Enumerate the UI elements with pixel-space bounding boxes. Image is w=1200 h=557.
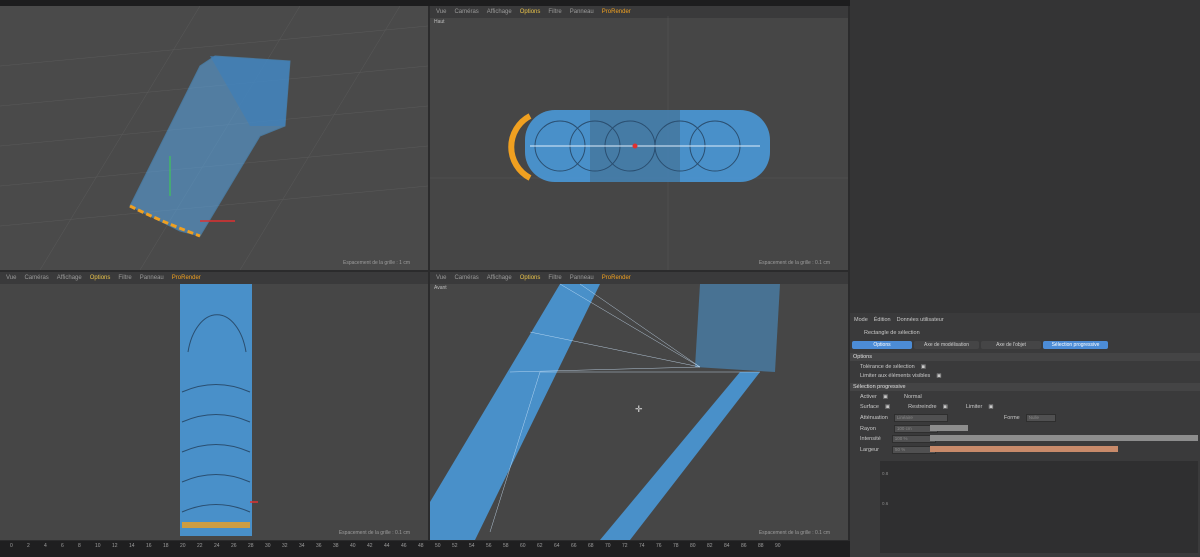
timeline-tick: 10 <box>95 543 101 549</box>
timeline-tick: 20 <box>180 543 186 549</box>
timeline-tick: 2 <box>27 543 30 549</box>
timeline-tick: 56 <box>486 543 492 549</box>
timeline-tick: 48 <box>418 543 424 549</box>
timeline-tick: 70 <box>605 543 611 549</box>
radius-label: Rayon <box>860 426 876 432</box>
timeline-tick: 0 <box>10 543 13 549</box>
timeline-tick: 24 <box>214 543 220 549</box>
surface-checkbox[interactable]: ▣ <box>885 404 890 410</box>
timeline-tick: 90 <box>775 543 781 549</box>
limit-checkbox[interactable]: ▣ <box>988 404 993 410</box>
timeline-tick: 74 <box>639 543 645 549</box>
timeline-tick: 6 <box>61 543 64 549</box>
side-view-scene <box>180 284 258 536</box>
activate-checkbox[interactable]: ▣ <box>883 394 888 400</box>
timeline-tick: 54 <box>469 543 475 549</box>
timeline-tick: 34 <box>299 543 305 549</box>
attenuation-label: Atténuation <box>860 415 888 421</box>
timeline-tick: 68 <box>588 543 594 549</box>
falloff-graph[interactable]: 0.8 0.6 <box>880 461 1198 553</box>
timeline-tick: 40 <box>350 543 356 549</box>
mode-select[interactable]: Normal <box>904 394 922 400</box>
selection-tolerance-label: Tolérance de sélection <box>860 364 915 370</box>
width-slider[interactable] <box>930 446 1118 452</box>
tab-object-axis[interactable]: Axe de l'objet <box>981 341 1041 349</box>
attenuation-select[interactable]: Linéaire <box>893 414 948 422</box>
radius-slider[interactable] <box>930 425 968 431</box>
timeline-tick: 16 <box>146 543 152 549</box>
intensity-label: Intensité <box>860 436 881 442</box>
timeline-tick: 84 <box>724 543 730 549</box>
grid-spacing-label: Espacement de la grille : 1 cm <box>343 260 410 266</box>
timeline-tick: 46 <box>401 543 407 549</box>
timeline-tick: 28 <box>248 543 254 549</box>
timeline-tick: 60 <box>520 543 526 549</box>
shape-label: Forme <box>1003 415 1020 421</box>
graph-y-label: 0.6 <box>882 501 889 506</box>
timeline-tick: 18 <box>163 543 169 549</box>
timeline-tick: 4 <box>44 543 47 549</box>
timeline-tick: 76 <box>656 543 662 549</box>
menu-user-data[interactable]: Données utilisateur <box>897 317 944 323</box>
timeline-tick: 22 <box>197 543 203 549</box>
surface-label: Surface <box>860 404 879 410</box>
timeline-tick: 64 <box>554 543 560 549</box>
limit-label: Limiter <box>965 404 983 410</box>
width-label: Largeur <box>860 447 879 453</box>
viewport-top[interactable]: Vue Caméras Affichage Options Filtre Pan… <box>430 6 848 270</box>
timeline-tick: 12 <box>112 543 118 549</box>
timeline-tick: 58 <box>503 543 509 549</box>
grid-spacing-label: Espacement de la grille : 0.1 cm <box>758 530 830 536</box>
section-options: Options <box>850 353 1200 361</box>
limit-visible-label: Limiter aux éléments visibles <box>860 373 931 379</box>
viewport-front[interactable]: Vue Caméras Affichage Options Filtre Pan… <box>430 272 848 540</box>
timeline-tick: 30 <box>265 543 271 549</box>
timeline-tick: 8 <box>78 543 81 549</box>
timeline-tick: 78 <box>673 543 679 549</box>
timeline-tick: 42 <box>367 543 373 549</box>
top-view-scene <box>430 16 848 270</box>
timeline-tick: 44 <box>384 543 390 549</box>
tool-title: Rectangle de sélection <box>864 330 920 336</box>
activate-label: Activer <box>860 394 877 400</box>
timeline-tick: 88 <box>758 543 764 549</box>
svg-text:✛: ✛ <box>635 405 643 415</box>
graph-y-label: 0.8 <box>882 471 889 476</box>
restrict-label: Restreindre <box>908 404 937 410</box>
shape-select[interactable]: Nulle <box>1025 414 1056 422</box>
intensity-slider[interactable] <box>930 435 1198 441</box>
grid-spacing-label: Espacement de la grille : 0.1 cm <box>338 530 410 536</box>
limit-visible-checkbox[interactable]: ▣ <box>936 373 941 379</box>
timeline[interactable]: 0 2 4 6 8 10 12 14 16 18 20 22 24 26 28 30 32 34 36 38 40 42 4… <box>0 541 850 557</box>
section-progressive: Sélection progressive <box>850 383 1200 391</box>
perspective-scene <box>0 6 428 270</box>
object-manager <box>850 0 1200 315</box>
menu-mode[interactable]: Mode <box>854 317 868 323</box>
tab-options[interactable]: Options <box>852 341 912 349</box>
timeline-tick: 26 <box>231 543 237 549</box>
timeline-tick: 14 <box>129 543 135 549</box>
restrict-checkbox[interactable]: ▣ <box>943 404 948 410</box>
timeline-tick: 32 <box>282 543 288 549</box>
timeline-tick: 86 <box>741 543 747 549</box>
attribute-manager: Mode Édition Données utilisateur Rectang… <box>850 313 1200 557</box>
timeline-tick: 82 <box>707 543 713 549</box>
timeline-tick: 52 <box>452 543 458 549</box>
viewport-side[interactable]: Vue Caméras Affichage Options Filtre Pan… <box>0 272 428 540</box>
timeline-tick: 38 <box>333 543 339 549</box>
timeline-tick: 50 <box>435 543 441 549</box>
timeline-tick: 72 <box>622 543 628 549</box>
grid-spacing-label: Espacement de la grille : 0.1 cm <box>758 260 830 266</box>
timeline-tick: 66 <box>571 543 577 549</box>
front-view-scene: ✛ <box>430 283 780 540</box>
timeline-tick: 62 <box>537 543 543 549</box>
tab-modeling-axis[interactable]: Axe de modélisation <box>914 341 979 349</box>
menu-edition[interactable]: Édition <box>874 317 891 323</box>
timeline-tick: 36 <box>316 543 322 549</box>
tab-progressive-selection[interactable]: Sélection progressive <box>1043 341 1108 349</box>
attribute-menu: Mode Édition Données utilisateur <box>854 317 944 323</box>
selection-tolerance-checkbox[interactable]: ▣ <box>921 364 926 370</box>
viewport-perspective[interactable]: Espacement de la grille : 1 cm <box>0 6 428 270</box>
timeline-tick: 80 <box>690 543 696 549</box>
